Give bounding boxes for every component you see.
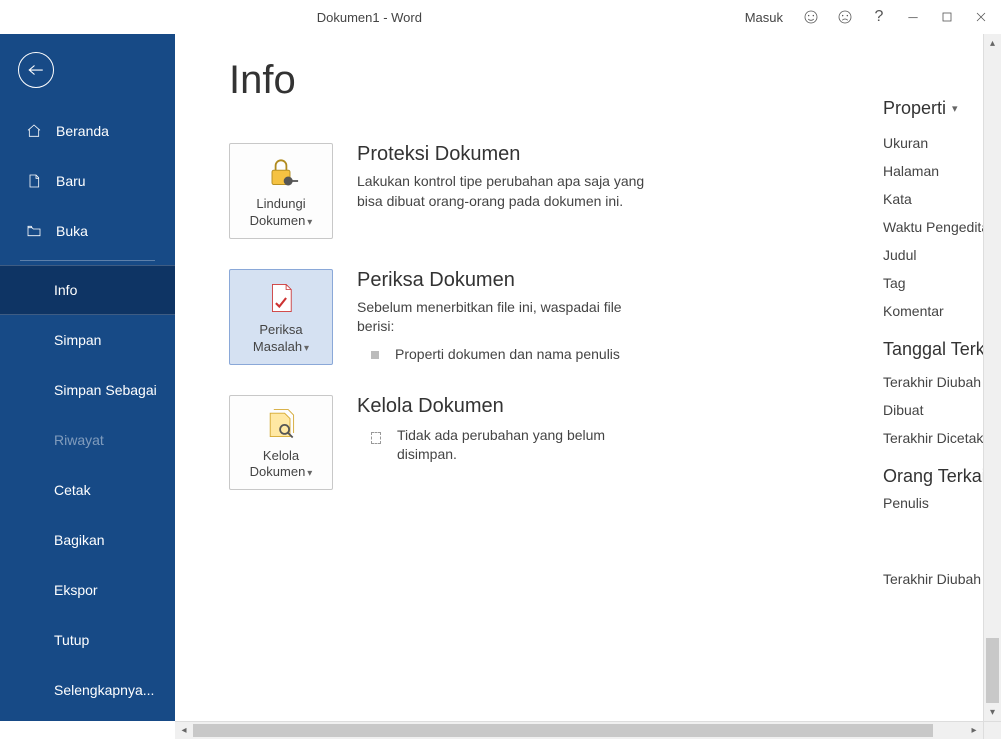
sidebar-item-export[interactable]: Ekspor bbox=[0, 565, 175, 615]
bullet-icon bbox=[371, 351, 379, 359]
page-title: Info bbox=[229, 58, 1001, 103]
sidebar-item-label: Beranda bbox=[56, 123, 109, 139]
scroll-left-icon[interactable]: ◂ bbox=[175, 722, 193, 739]
scroll-right-icon[interactable]: ▸ bbox=[965, 722, 983, 739]
sidebar-item-label: Buka bbox=[56, 223, 88, 239]
chevron-down-icon: ▾ bbox=[307, 217, 312, 228]
chevron-down-icon: ▾ bbox=[952, 102, 958, 115]
sidebar-item-info[interactable]: Info bbox=[0, 265, 175, 315]
sidebar-item-save[interactable]: Simpan bbox=[0, 315, 175, 365]
manage-heading: Kelola Dokumen bbox=[357, 395, 657, 418]
minimize-icon[interactable] bbox=[897, 2, 929, 32]
scroll-up-icon[interactable]: ▴ bbox=[984, 34, 1001, 52]
manage-doc-icon bbox=[261, 406, 301, 442]
button-label: Lindungi bbox=[256, 196, 305, 211]
sidebar-item-close[interactable]: Tutup bbox=[0, 615, 175, 665]
sidebar-item-print[interactable]: Cetak bbox=[0, 465, 175, 515]
check-issues-button[interactable]: Periksa Masalah▾ bbox=[229, 269, 333, 365]
content-area: Info Lindungi Dokumen▾ Proteksi Dokumen … bbox=[175, 34, 1001, 721]
properties-header-label: Properti bbox=[883, 98, 946, 119]
sidebar-item-more[interactable]: Selengkapnya... bbox=[0, 665, 175, 715]
back-button[interactable] bbox=[18, 52, 54, 88]
sidebar-item-label: Riwayat bbox=[54, 432, 104, 448]
sidebar-item-label: Simpan bbox=[54, 332, 101, 348]
close-icon[interactable] bbox=[965, 2, 997, 32]
vertical-scrollbar[interactable]: ▴ ▾ bbox=[983, 34, 1001, 721]
bullet-text: Tidak ada perubahan yang belum disimpan. bbox=[397, 426, 657, 465]
frown-icon[interactable] bbox=[829, 2, 861, 32]
manage-document-button[interactable]: Kelola Dokumen▾ bbox=[229, 395, 333, 491]
lock-icon bbox=[261, 154, 301, 190]
sidebar-item-label: Cetak bbox=[54, 482, 91, 498]
protect-body: Lakukan kontrol tipe perubahan apa saja … bbox=[357, 172, 657, 211]
vscroll-thumb[interactable] bbox=[986, 638, 999, 708]
sidebar-separator bbox=[20, 260, 155, 261]
inspect-heading: Periksa Dokumen bbox=[357, 269, 657, 292]
bullet-icon bbox=[371, 432, 381, 444]
chevron-down-icon: ▾ bbox=[307, 468, 312, 479]
smile-icon[interactable] bbox=[795, 2, 827, 32]
hscroll-thumb[interactable] bbox=[193, 724, 933, 737]
sidebar-item-open[interactable]: Buka bbox=[0, 206, 175, 256]
folder-open-icon bbox=[24, 221, 44, 241]
title-bar: Dokumen1 - Word Masuk ? bbox=[0, 0, 1001, 34]
sidebar-item-label: Ekspor bbox=[54, 582, 98, 598]
inspect-doc-icon bbox=[261, 280, 301, 316]
button-label: Dokumen bbox=[250, 213, 306, 228]
protect-document-button[interactable]: Lindungi Dokumen▾ bbox=[229, 143, 333, 239]
button-label: Kelola bbox=[263, 448, 299, 463]
manage-bullet: Tidak ada perubahan yang belum disimpan. bbox=[357, 426, 657, 465]
sidebar-item-new[interactable]: Baru bbox=[0, 156, 175, 206]
maximize-icon[interactable] bbox=[931, 2, 963, 32]
sidebar-item-label: Info bbox=[54, 282, 77, 298]
sidebar-item-label: Tutup bbox=[54, 632, 89, 648]
bullet-text: Properti dokumen dan nama penulis bbox=[395, 345, 620, 365]
sidebar-item-label: Simpan Sebagai bbox=[54, 382, 157, 398]
scrollbar-corner bbox=[983, 722, 1001, 739]
window-title: Dokumen1 - Word bbox=[4, 10, 735, 25]
sidebar-item-share[interactable]: Bagikan bbox=[0, 515, 175, 565]
inspect-bullet: Properti dokumen dan nama penulis bbox=[357, 345, 657, 365]
sidebar-item-label: Selengkapnya... bbox=[54, 682, 154, 698]
button-label: Masalah bbox=[253, 339, 302, 354]
protect-heading: Proteksi Dokumen bbox=[357, 143, 657, 166]
button-label: Dokumen bbox=[250, 464, 306, 479]
sidebar-item-save-as[interactable]: Simpan Sebagai bbox=[0, 365, 175, 415]
home-icon bbox=[24, 121, 44, 141]
sidebar-item-label: Baru bbox=[56, 173, 86, 189]
new-doc-icon bbox=[24, 171, 44, 191]
sidebar-item-label: Bagikan bbox=[54, 532, 105, 548]
button-label: Periksa bbox=[259, 322, 302, 337]
chevron-down-icon: ▾ bbox=[304, 343, 309, 354]
sidebar-item-history: Riwayat bbox=[0, 415, 175, 465]
scroll-down-icon[interactable]: ▾ bbox=[984, 703, 1001, 721]
inspect-body: Sebelum menerbitkan file ini, waspadai f… bbox=[357, 298, 657, 337]
horizontal-scrollbar[interactable]: ◂ ▸ bbox=[175, 721, 1001, 739]
sign-in-link[interactable]: Masuk bbox=[735, 10, 793, 25]
sidebar-item-home[interactable]: Beranda bbox=[0, 106, 175, 156]
backstage-sidebar: Beranda Baru Buka Info Simpan Simpan Seb… bbox=[0, 34, 175, 721]
help-icon[interactable]: ? bbox=[863, 2, 895, 32]
